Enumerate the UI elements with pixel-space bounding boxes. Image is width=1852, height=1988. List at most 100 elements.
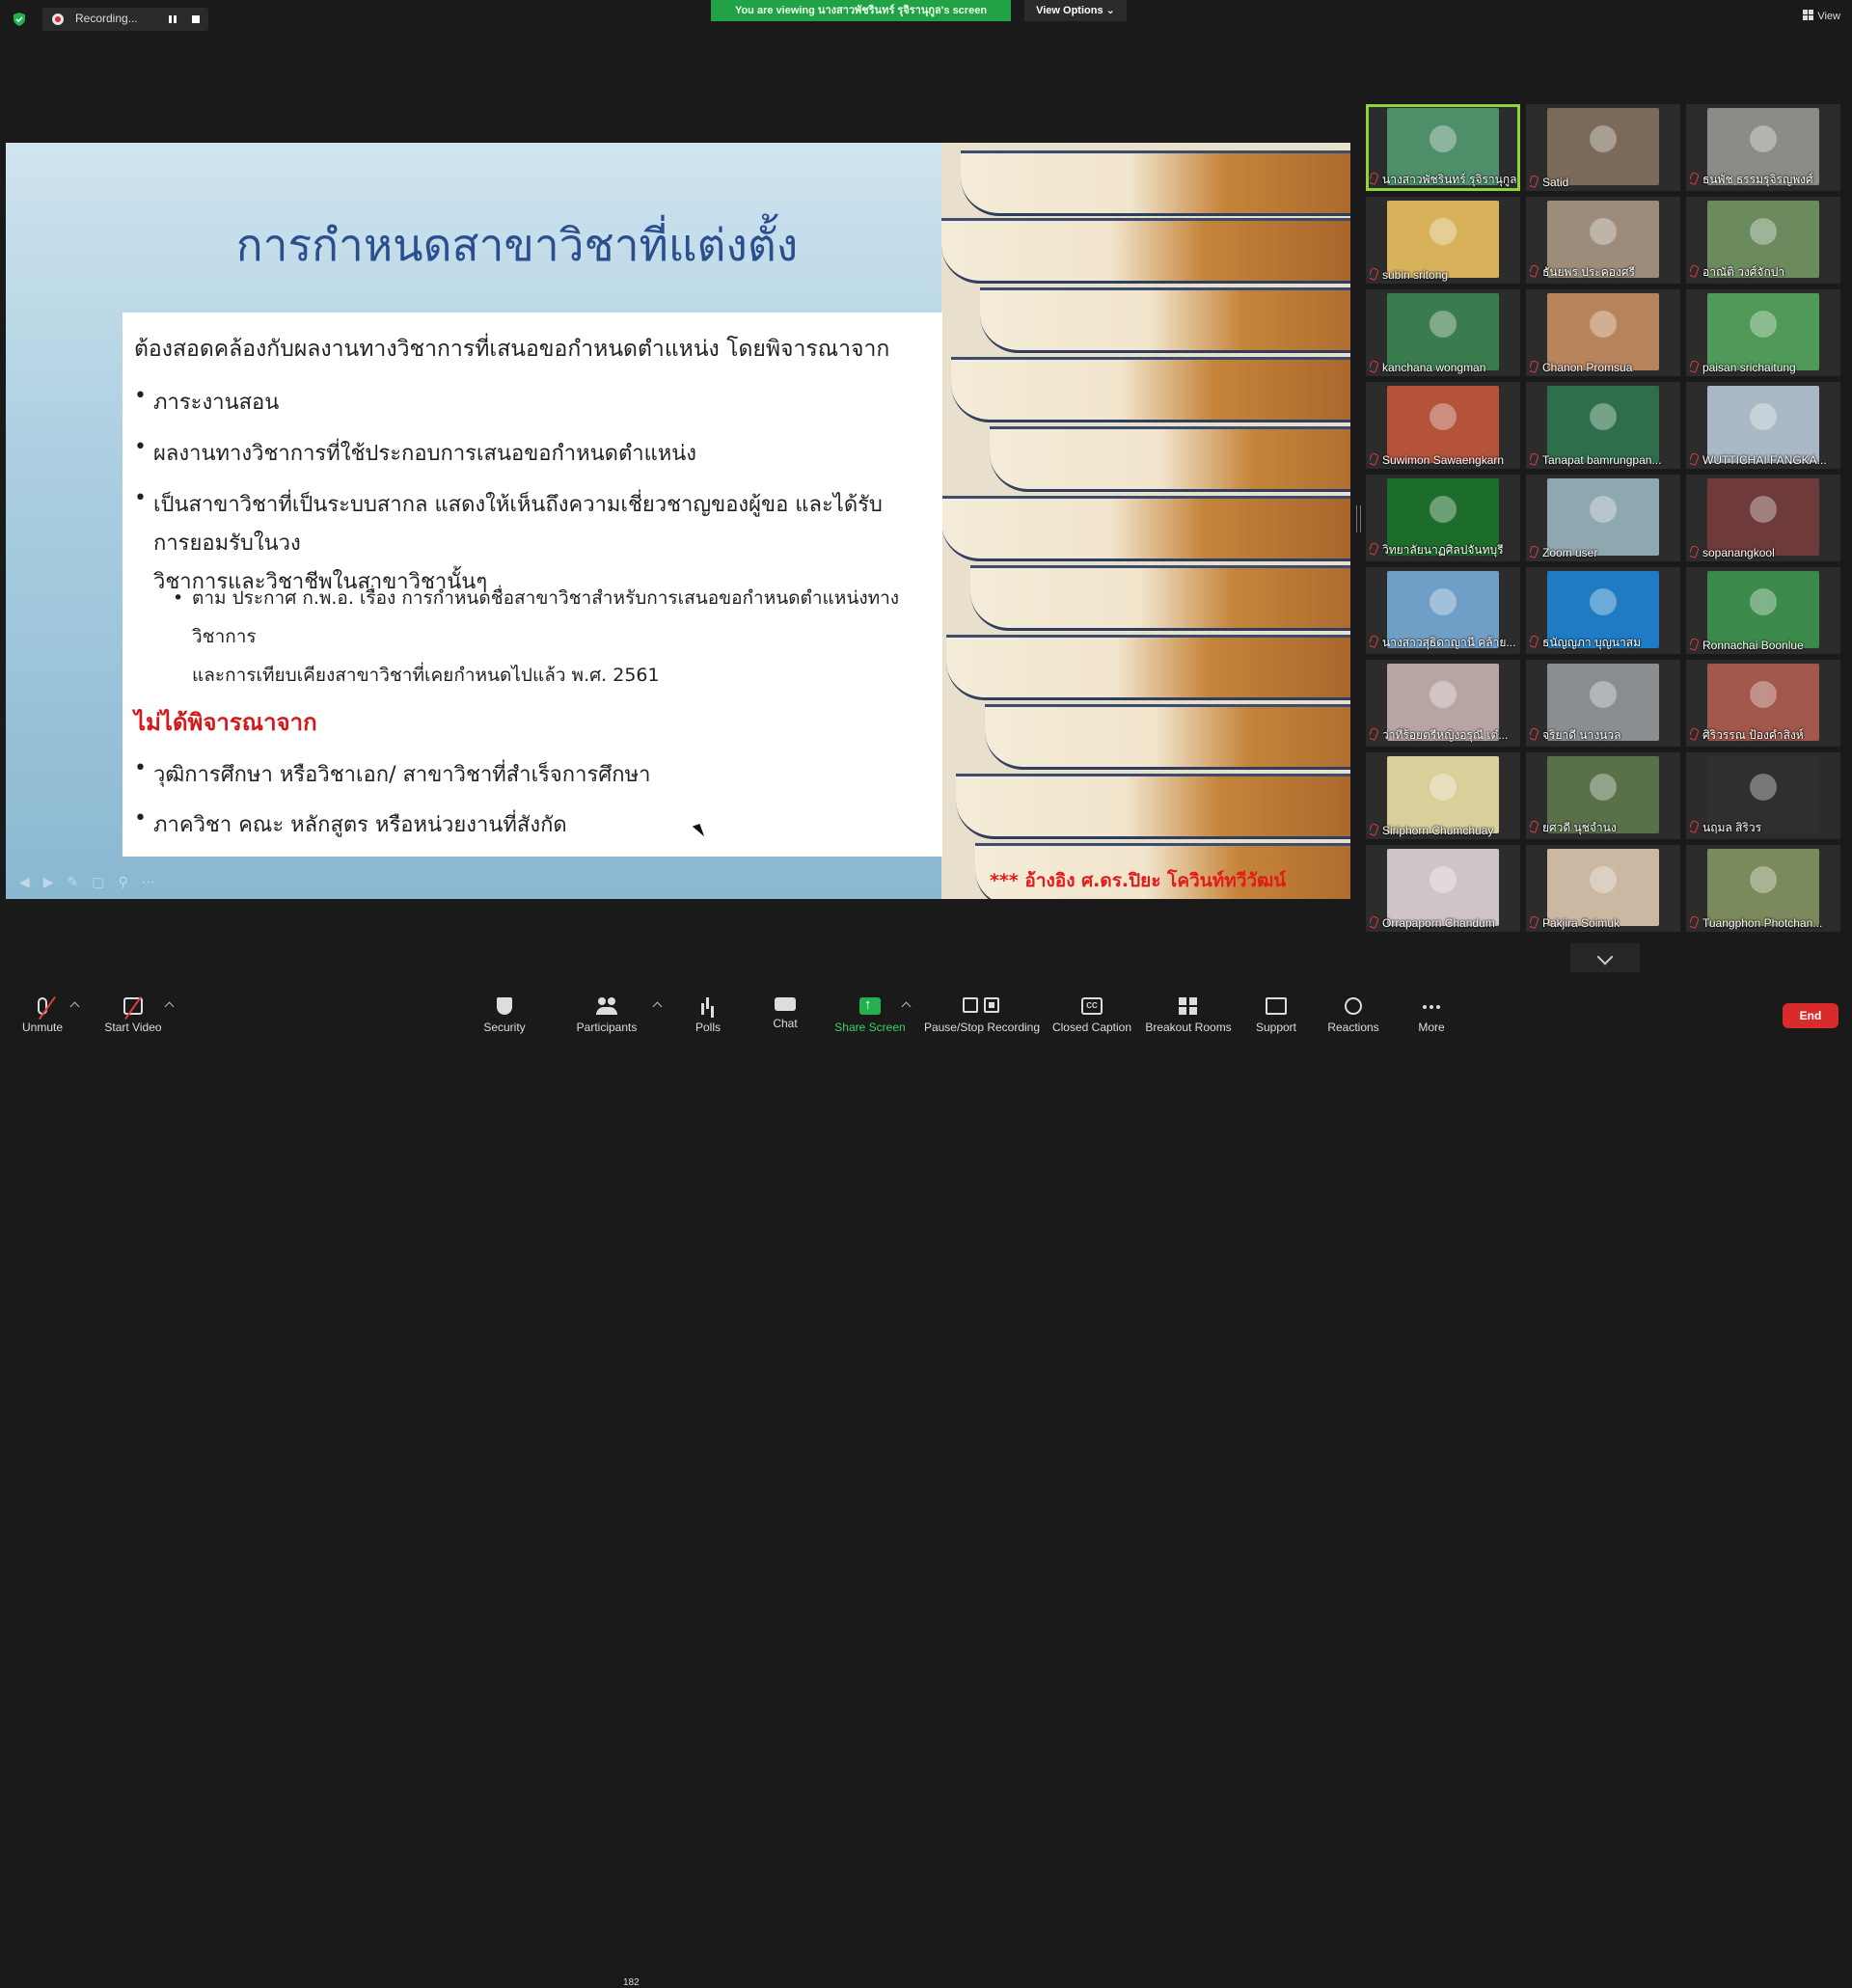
polls-label: Polls	[694, 1021, 721, 1034]
participant-name: Pakjira Soimuk	[1530, 916, 1676, 930]
participant-name: ธนพัช ธรรมรุจิรญพงศ์	[1690, 171, 1837, 189]
pause-stop-recording-icon	[963, 997, 1001, 1015]
participant-tile[interactable]: kanchana wongman	[1366, 289, 1520, 376]
breakout-rooms-icon	[1178, 997, 1199, 1015]
participant-count: 182	[623, 1977, 640, 1988]
breakout-rooms-button[interactable]: Breakout Rooms	[1144, 980, 1233, 1042]
breakout-rooms-label: Breakout Rooms	[1145, 1021, 1232, 1034]
pause-recording-icon[interactable]	[166, 13, 179, 26]
participants-icon	[596, 997, 617, 1015]
participant-name: นฤมล สิริวร	[1690, 819, 1837, 837]
participant-name: Suwimon Sawaengkarn	[1370, 453, 1516, 467]
participant-tile[interactable]: จริยาดี นางนวล	[1526, 660, 1680, 747]
participant-tile[interactable]: Orrapaporn Chandum	[1366, 845, 1520, 932]
closed-caption-icon: CC	[1081, 997, 1103, 1015]
chat-label: Chat	[773, 1017, 798, 1030]
polls-button[interactable]: Polls	[687, 980, 729, 1042]
participant-tile[interactable]: ธนัญญภา บุญนาสม	[1526, 567, 1680, 654]
panel-resize-handle[interactable]	[1356, 505, 1361, 532]
participant-name: ศิริวรรณ ป้องคำสิงห์	[1690, 726, 1837, 745]
polls-icon	[697, 997, 719, 1015]
participant-video	[1387, 201, 1499, 278]
share-screen-button[interactable]: Share Screen	[833, 980, 907, 1042]
participant-tile[interactable]: ว่าที่ร้อยตรีหญิงอรุณี เต๋...	[1366, 660, 1520, 747]
participant-gallery: นางสาวพัชรินทร์ รุจิรานุกูล Satid ธนพัช ธร…	[1366, 104, 1844, 934]
participant-name: Siriphorn Chumchuay	[1370, 824, 1516, 837]
view-options-button[interactable]: View Options ⌄	[1024, 0, 1127, 21]
camera-off-icon	[123, 997, 143, 1015]
viewing-screen-banner: You are viewing นางสาวพัชรินทร์ รุจิรานุ…	[711, 0, 1011, 21]
security-button[interactable]: Security	[475, 980, 534, 1042]
participant-tile[interactable]: Tuangphon Photchan...	[1686, 845, 1840, 932]
participant-name: วิทยาลัยนาฏศิลปจันทบุรี	[1370, 541, 1516, 559]
participant-tile[interactable]: sopanangkool	[1686, 475, 1840, 561]
participant-name: Tuangphon Photchan...	[1690, 916, 1837, 930]
participant-video	[1387, 386, 1499, 463]
participants-options-caret[interactable]	[652, 1001, 663, 1012]
slide-content-box: ต้องสอดคล้องกับผลงานทางวิชาการที่เสนอขอก…	[123, 313, 942, 857]
slide-intro-text: ต้องสอดคล้องกับผลงานทางวิชาการที่เสนอขอก…	[134, 337, 890, 362]
participant-tile[interactable]: paisan srichaitung	[1686, 289, 1840, 376]
participant-tile[interactable]: นางสาวพัชรินทร์ รุจิรานุกูล	[1366, 104, 1520, 191]
participant-tile[interactable]: Chanon Promsua	[1526, 289, 1680, 376]
stop-recording-icon[interactable]	[189, 13, 203, 26]
start-video-button[interactable]: Start Video	[96, 980, 170, 1042]
view-label: View	[1817, 11, 1840, 22]
participant-video	[1547, 293, 1659, 370]
gallery-next-page-button[interactable]	[1570, 943, 1640, 972]
closed-caption-label: Closed Caption	[1051, 1021, 1132, 1034]
participant-video	[1547, 386, 1659, 463]
participant-video	[1707, 478, 1819, 556]
slide-bullet: วุฒิการศึกษา หรือวิชาเอก/ สาขาวิชาที่สำเ…	[134, 756, 650, 795]
participant-name: นางสาวพัชรินทร์ รุจิรานุกูล	[1370, 171, 1516, 189]
share-screen-label: Share Screen	[834, 1021, 906, 1034]
security-label: Security	[483, 1021, 526, 1034]
participant-tile[interactable]: ยศวดี นุชจำนง	[1526, 752, 1680, 839]
end-meeting-button[interactable]: End	[1783, 1003, 1838, 1028]
participant-name: ธนัญญภา บุญนาสม	[1530, 634, 1676, 652]
support-icon	[1266, 997, 1287, 1015]
support-label: Support	[1255, 1021, 1297, 1034]
participant-name: ว่าที่ร้อยตรีหญิงอรุณี เต๋...	[1370, 726, 1516, 745]
participant-tile[interactable]: Satid	[1526, 104, 1680, 191]
participant-tile[interactable]: ศิริวรรณ ป้องคำสิงห์	[1686, 660, 1840, 747]
participant-tile[interactable]: นฤมล สิริวร	[1686, 752, 1840, 839]
participant-video	[1707, 293, 1819, 370]
closed-caption-button[interactable]: CC Closed Caption	[1051, 980, 1132, 1042]
slide-navigation-controls[interactable]: ◀▶✎▢⚲⋯	[19, 874, 169, 890]
shared-screen-slide: การกำหนดสาขาวิชาที่แต่งตั้ง ต้องสอดคล้อง…	[6, 143, 1350, 899]
participant-tile[interactable]: Pakjira Soimuk	[1526, 845, 1680, 932]
participant-name: ยศวดี นุชจำนง	[1530, 819, 1676, 837]
participants-button[interactable]: Participants	[571, 980, 642, 1042]
audio-options-caret[interactable]	[69, 1001, 80, 1012]
reactions-label: Reactions	[1327, 1021, 1379, 1034]
reactions-button[interactable]: Reactions	[1325, 980, 1381, 1042]
participant-tile[interactable]: Zoom user	[1526, 475, 1680, 561]
participant-tile[interactable]: วิทยาลัยนาฏศิลปจันทบุรี	[1366, 475, 1520, 561]
participant-tile[interactable]: ธันยพร ประคองศรี	[1526, 197, 1680, 284]
participant-tile[interactable]: ธนพัช ธรรมรุจิรญพงศ์	[1686, 104, 1840, 191]
chevron-down-icon: ⌄	[1105, 5, 1115, 16]
participant-tile[interactable]: Siriphorn Chumchuay	[1366, 752, 1520, 839]
unmute-label: Unmute	[21, 1021, 64, 1034]
participant-name: Ronnachai Boonlue	[1690, 639, 1837, 652]
chat-button[interactable]: Chat	[764, 980, 806, 1042]
support-button[interactable]: Support	[1254, 980, 1298, 1042]
unmute-button[interactable]: Unmute	[14, 980, 71, 1042]
participant-video	[1387, 849, 1499, 926]
participant-video	[1547, 478, 1659, 556]
participant-tile[interactable]: อาณัติ วงศ์จักปา	[1686, 197, 1840, 284]
participant-tile[interactable]: Suwimon Sawaengkarn	[1366, 382, 1520, 469]
security-shield-icon[interactable]	[12, 12, 27, 27]
participant-tile[interactable]: subin sritong	[1366, 197, 1520, 284]
participant-tile[interactable]: Tanapat bamrungpan...	[1526, 382, 1680, 469]
participant-name: WUTTICHAI FANGKA...	[1690, 453, 1837, 467]
slide-bullet: ภาระงานสอน	[134, 384, 279, 422]
pause-stop-recording-button[interactable]: Pause/Stop Recording	[922, 980, 1042, 1042]
participant-tile[interactable]: WUTTICHAI FANGKA...	[1686, 382, 1840, 469]
meeting-top-bar: Recording... You are viewing นางสาวพัชริ…	[0, 0, 1852, 39]
participant-tile[interactable]: นางสาวสุธิดาญานี คล้าย...	[1366, 567, 1520, 654]
participant-tile[interactable]: Ronnachai Boonlue	[1686, 567, 1840, 654]
view-button[interactable]: View	[1803, 10, 1840, 22]
more-button[interactable]: More	[1410, 980, 1453, 1042]
